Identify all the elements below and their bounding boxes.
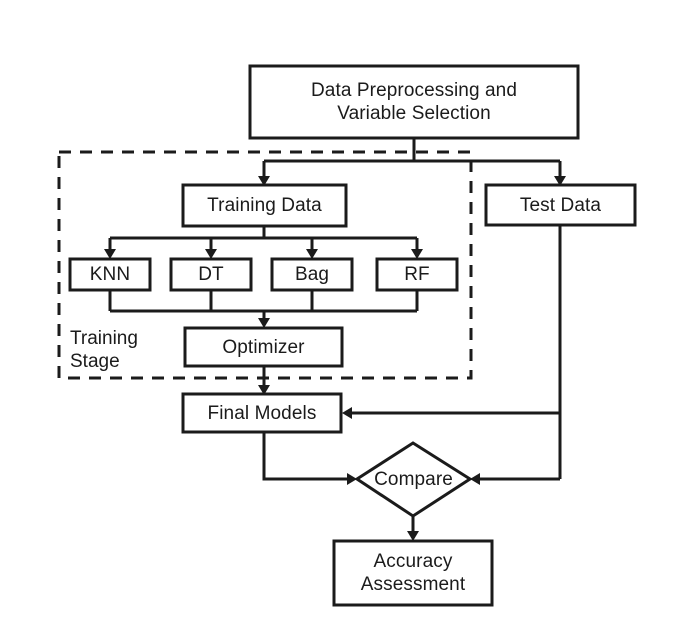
arrowhead-final-models-right <box>342 407 352 419</box>
flowchart-svg <box>57 64 637 607</box>
node-compare[interactable] <box>354 441 473 518</box>
node-training-data[interactable] <box>181 183 348 228</box>
edge-final-models-to-compare <box>262 432 347 481</box>
flowchart-canvas: Data Preprocessing and Variable Selectio… <box>0 0 696 636</box>
node-optimizer[interactable] <box>183 326 344 368</box>
node-knn[interactable] <box>68 257 152 292</box>
node-bag[interactable] <box>270 257 354 292</box>
node-rf[interactable] <box>375 257 459 292</box>
node-dt[interactable] <box>169 257 253 292</box>
node-accuracy-assessment[interactable] <box>332 539 494 607</box>
node-final-models[interactable] <box>181 392 343 434</box>
training-stage-label: Training Stage <box>70 328 138 372</box>
node-test-data[interactable] <box>484 183 637 227</box>
node-data-preprocessing[interactable] <box>248 64 580 140</box>
